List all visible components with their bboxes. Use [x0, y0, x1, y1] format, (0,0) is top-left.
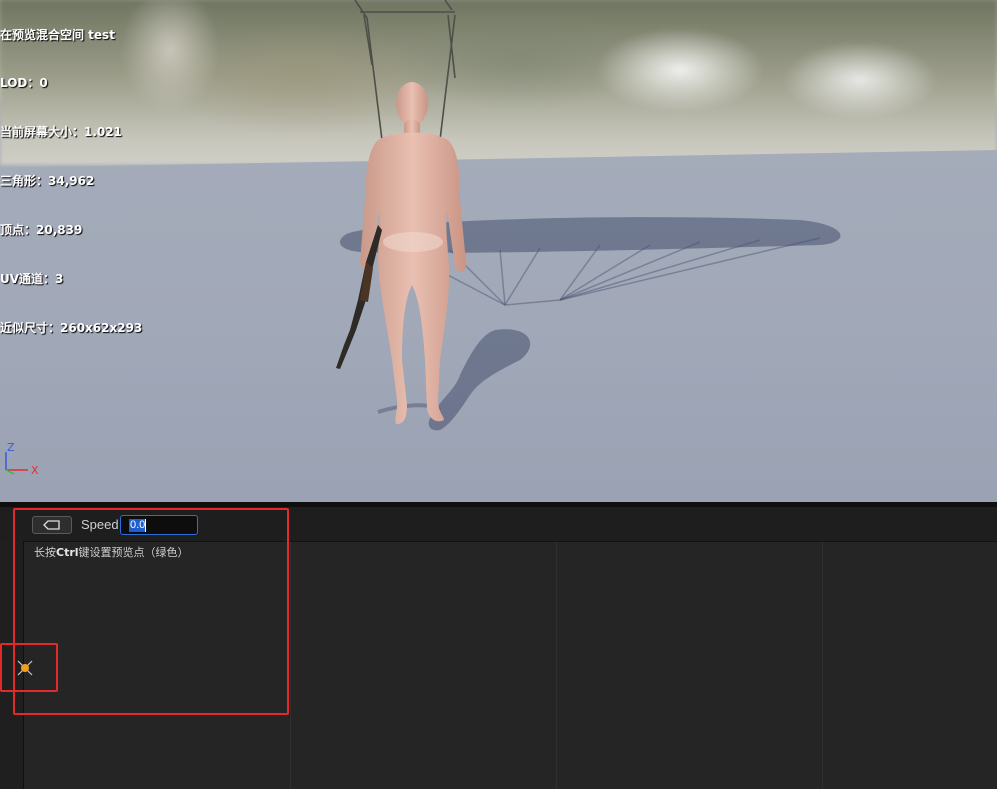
stats-line: 当前屏幕大小：1.021 [0, 125, 122, 140]
stats-line: 近似尺寸：260x62x293 [0, 320, 143, 335]
character-scene [336, 0, 841, 431]
grid-line [290, 542, 291, 789]
stats-line: 三角形：34,962 [0, 174, 95, 189]
grid-line [822, 542, 823, 789]
stats-line: 顶点：20,839 [0, 223, 83, 238]
grid-line [556, 542, 557, 789]
axis-z-label: Z [7, 441, 15, 454]
stats-line: LOD：0 [0, 76, 48, 91]
axis-x-label: X [31, 464, 39, 477]
stats-line: 在预览混合空间 test [0, 27, 115, 42]
highlight-box-sample-point [0, 643, 58, 692]
viewport-stats: 在预览混合空间 test LOD：0 当前屏幕大小：1.021 三角形：34,9… [0, 0, 142, 369]
preview-viewport[interactable]: 在预览混合空间 test LOD：0 当前屏幕大小：1.021 三角形：34,9… [0, 0, 997, 502]
stats-line: UV通道：3 [0, 272, 64, 287]
